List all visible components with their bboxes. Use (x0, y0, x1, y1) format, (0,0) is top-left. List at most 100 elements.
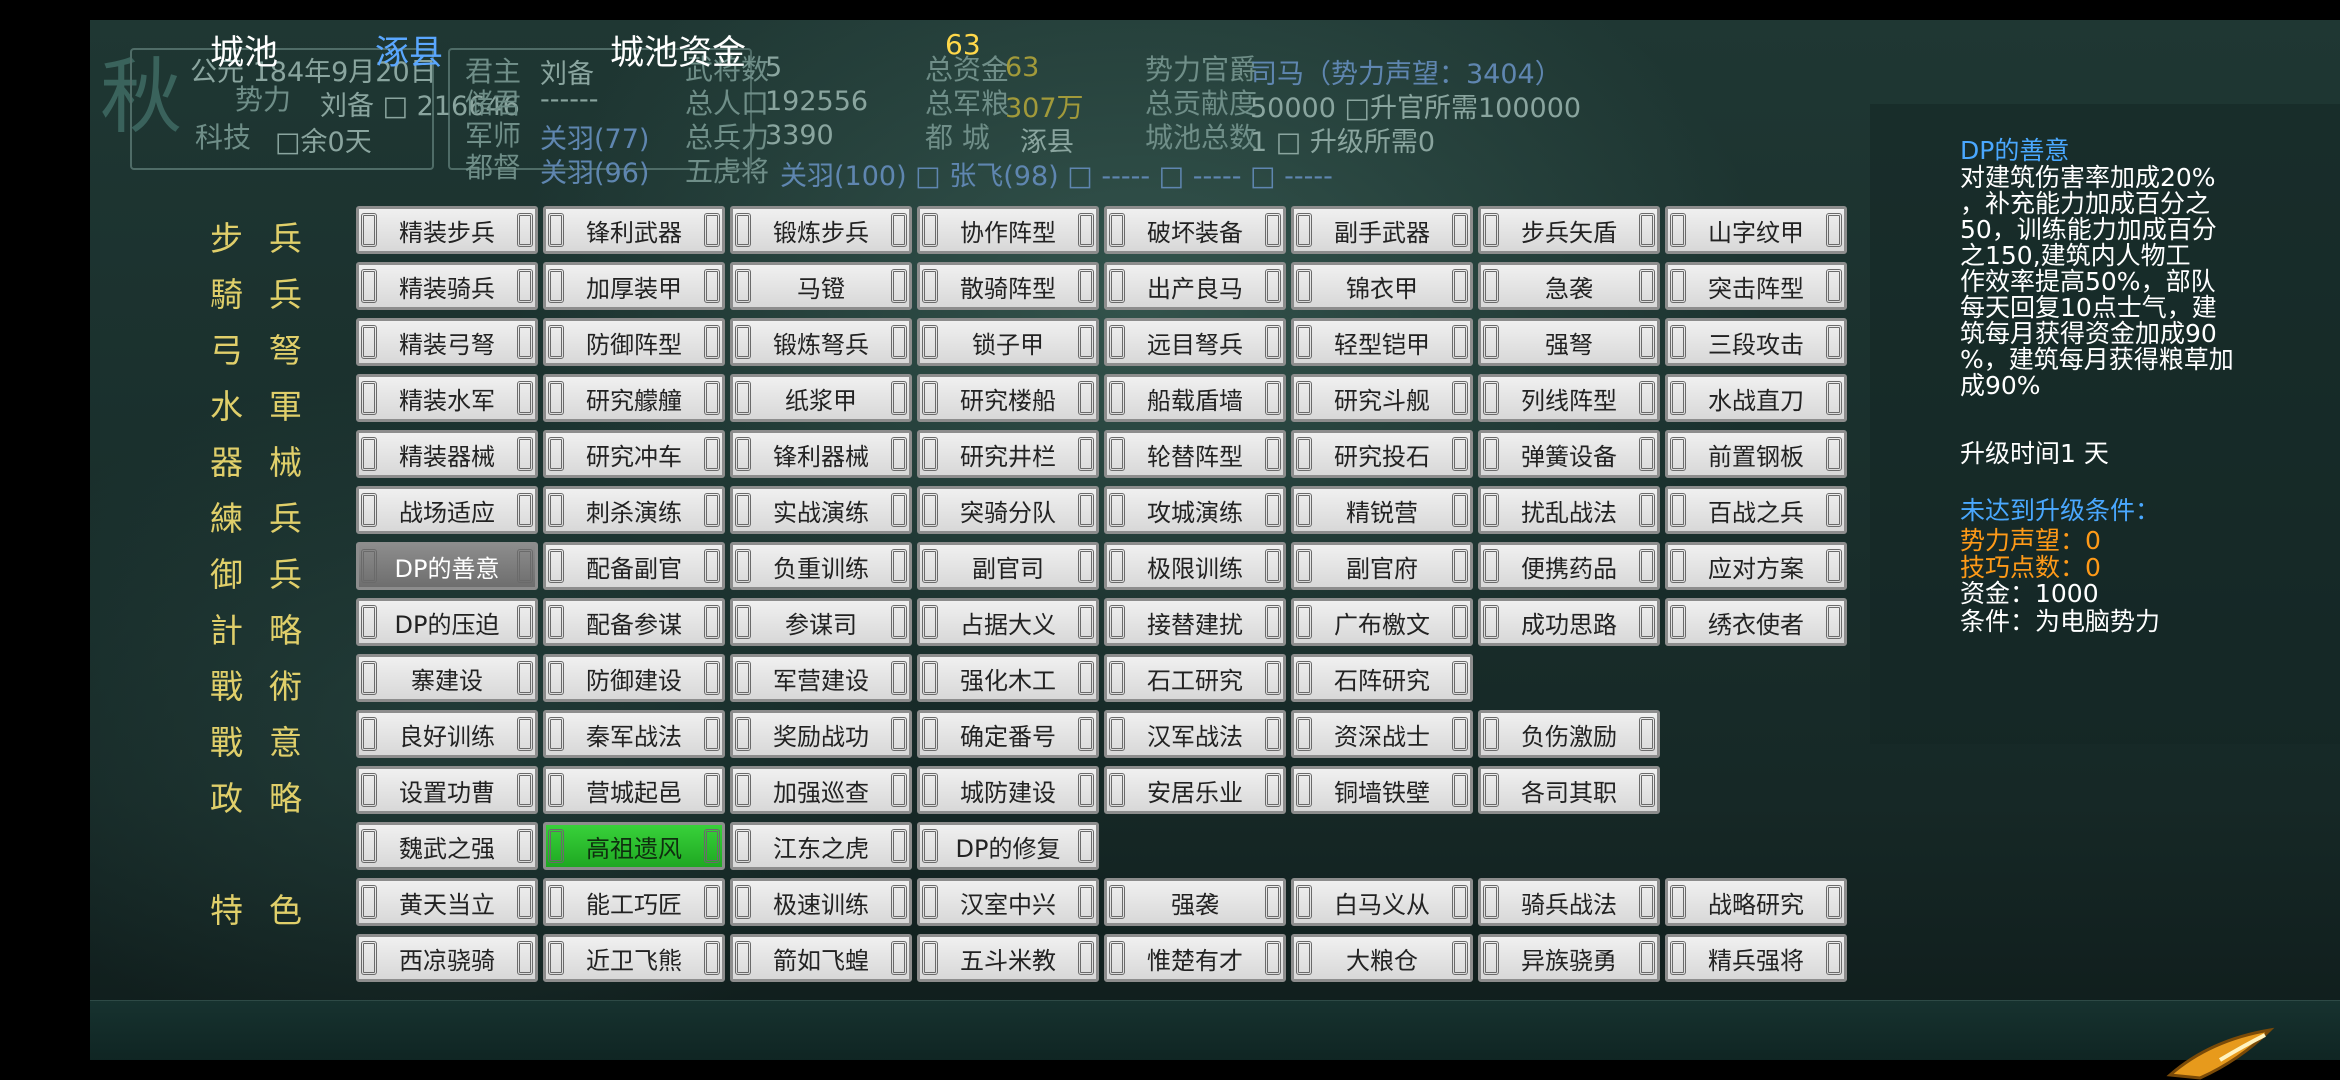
tech-button[interactable]: 协作阵型 (917, 206, 1099, 254)
tech-button[interactable]: 各司其职 (1478, 766, 1660, 814)
tech-button[interactable]: 三段攻击 (1665, 318, 1847, 366)
tech-button[interactable]: 精装水军 (356, 374, 538, 422)
tech-button[interactable]: 强化木工 (917, 654, 1099, 702)
tech-button[interactable]: 强弩 (1478, 318, 1660, 366)
tech-button[interactable]: 加强巡查 (730, 766, 912, 814)
tech-button[interactable]: 成功思路 (1478, 598, 1660, 646)
tech-button[interactable]: 前置钢板 (1665, 430, 1847, 478)
tech-button[interactable]: 箭如飞蝗 (730, 934, 912, 982)
tech-button[interactable]: 铜墙铁壁 (1291, 766, 1473, 814)
tech-button[interactable]: 研究斗舰 (1291, 374, 1473, 422)
tech-button[interactable]: 山字纹甲 (1665, 206, 1847, 254)
tech-button[interactable]: 能工巧匠 (543, 878, 725, 926)
tech-button[interactable]: 石阵研究 (1291, 654, 1473, 702)
tech-button[interactable]: DP的修复 (917, 822, 1099, 870)
tech-button[interactable]: 远目弩兵 (1104, 318, 1286, 366)
tech-button[interactable]: 精装步兵 (356, 206, 538, 254)
tech-button[interactable]: 精装器械 (356, 430, 538, 478)
tech-button[interactable]: 锻炼步兵 (730, 206, 912, 254)
tech-button[interactable]: 接替建扰 (1104, 598, 1286, 646)
tech-button[interactable]: 扰乱战法 (1478, 486, 1660, 534)
tech-button[interactable]: 防御建设 (543, 654, 725, 702)
tech-button[interactable]: 极限训练 (1104, 542, 1286, 590)
tech-button[interactable]: 异族骁勇 (1478, 934, 1660, 982)
tech-button[interactable]: 研究冲车 (543, 430, 725, 478)
tech-button[interactable]: 水战直刀 (1665, 374, 1847, 422)
tech-button[interactable]: 极速训练 (730, 878, 912, 926)
tech-button[interactable]: 参谋司 (730, 598, 912, 646)
tech-button[interactable]: 便携药品 (1478, 542, 1660, 590)
tech-button[interactable]: 船载盾墙 (1104, 374, 1286, 422)
tech-button[interactable]: 研究艨艟 (543, 374, 725, 422)
tech-button[interactable]: 精锐营 (1291, 486, 1473, 534)
tech-button[interactable]: 奖励战功 (730, 710, 912, 758)
tech-button[interactable]: 实战演练 (730, 486, 912, 534)
tech-button[interactable]: 攻城演练 (1104, 486, 1286, 534)
tech-button[interactable]: 锋利器械 (730, 430, 912, 478)
tech-button[interactable]: 副官司 (917, 542, 1099, 590)
tech-button[interactable]: 确定番号 (917, 710, 1099, 758)
tech-button[interactable]: 惟楚有才 (1104, 934, 1286, 982)
tech-button[interactable]: 五斗米教 (917, 934, 1099, 982)
tech-button[interactable]: 轮替阵型 (1104, 430, 1286, 478)
tech-button[interactable]: 研究投石 (1291, 430, 1473, 478)
tech-button[interactable]: 纸浆甲 (730, 374, 912, 422)
tech-button[interactable]: 应对方案 (1665, 542, 1847, 590)
tech-button[interactable]: DP的善意 (356, 542, 538, 590)
tech-button[interactable]: 配备副官 (543, 542, 725, 590)
tech-button[interactable]: 白马义从 (1291, 878, 1473, 926)
tech-button[interactable]: 设置功曹 (356, 766, 538, 814)
tech-button[interactable]: 精兵强将 (1665, 934, 1847, 982)
city-name[interactable]: 涿县 (375, 25, 443, 74)
tech-button[interactable]: 突骑分队 (917, 486, 1099, 534)
corner-emblem-icon[interactable] (2160, 1020, 2280, 1080)
tech-button[interactable]: 副官府 (1291, 542, 1473, 590)
tech-button[interactable]: 占据大义 (917, 598, 1099, 646)
tech-button[interactable]: 高祖遗风 (543, 822, 725, 870)
tech-button[interactable]: 大粮仓 (1291, 934, 1473, 982)
tech-button[interactable]: 军营建设 (730, 654, 912, 702)
tech-button[interactable]: 营城起邑 (543, 766, 725, 814)
tech-button[interactable]: 汉军战法 (1104, 710, 1286, 758)
tech-button[interactable]: 魏武之强 (356, 822, 538, 870)
tech-button[interactable]: 百战之兵 (1665, 486, 1847, 534)
tech-button[interactable]: 锋利武器 (543, 206, 725, 254)
tech-button[interactable]: 战略研究 (1665, 878, 1847, 926)
tech-button[interactable]: 防御阵型 (543, 318, 725, 366)
tech-button[interactable]: 精装弓弩 (356, 318, 538, 366)
tech-button[interactable]: 良好训练 (356, 710, 538, 758)
tech-button[interactable]: 西凉骁骑 (356, 934, 538, 982)
tech-button[interactable]: 江东之虎 (730, 822, 912, 870)
tech-button[interactable]: 锁子甲 (917, 318, 1099, 366)
tech-button[interactable]: 出产良马 (1104, 262, 1286, 310)
tech-button[interactable]: 研究楼船 (917, 374, 1099, 422)
tech-button[interactable]: 负伤激励 (1478, 710, 1660, 758)
tech-button[interactable]: 资深战士 (1291, 710, 1473, 758)
tech-button[interactable]: 轻型铠甲 (1291, 318, 1473, 366)
tech-button[interactable]: 弹簧设备 (1478, 430, 1660, 478)
tech-button[interactable]: 锻炼弩兵 (730, 318, 912, 366)
tech-button[interactable]: 石工研究 (1104, 654, 1286, 702)
tech-button[interactable]: 寨建设 (356, 654, 538, 702)
tech-button[interactable]: 汉室中兴 (917, 878, 1099, 926)
tech-button[interactable]: 绣衣使者 (1665, 598, 1847, 646)
tech-button[interactable]: 广布檄文 (1291, 598, 1473, 646)
tech-button[interactable]: 刺杀演练 (543, 486, 725, 534)
tech-button[interactable]: 锦衣甲 (1291, 262, 1473, 310)
tech-button[interactable]: 马镫 (730, 262, 912, 310)
tech-button[interactable]: 骑兵战法 (1478, 878, 1660, 926)
tech-button[interactable]: 黄天当立 (356, 878, 538, 926)
tech-button[interactable]: 散骑阵型 (917, 262, 1099, 310)
tech-button[interactable]: 配备参谋 (543, 598, 725, 646)
tech-button[interactable]: 精装骑兵 (356, 262, 538, 310)
tech-button[interactable]: 步兵矢盾 (1478, 206, 1660, 254)
tech-button[interactable]: 列线阵型 (1478, 374, 1660, 422)
tech-button[interactable]: 突击阵型 (1665, 262, 1847, 310)
tech-button[interactable]: 研究井栏 (917, 430, 1099, 478)
tech-button[interactable]: 负重训练 (730, 542, 912, 590)
tech-button[interactable]: 战场适应 (356, 486, 538, 534)
tech-button[interactable]: DP的压迫 (356, 598, 538, 646)
tech-button[interactable]: 近卫飞熊 (543, 934, 725, 982)
tech-button[interactable]: 急袭 (1478, 262, 1660, 310)
tech-button[interactable]: 加厚装甲 (543, 262, 725, 310)
